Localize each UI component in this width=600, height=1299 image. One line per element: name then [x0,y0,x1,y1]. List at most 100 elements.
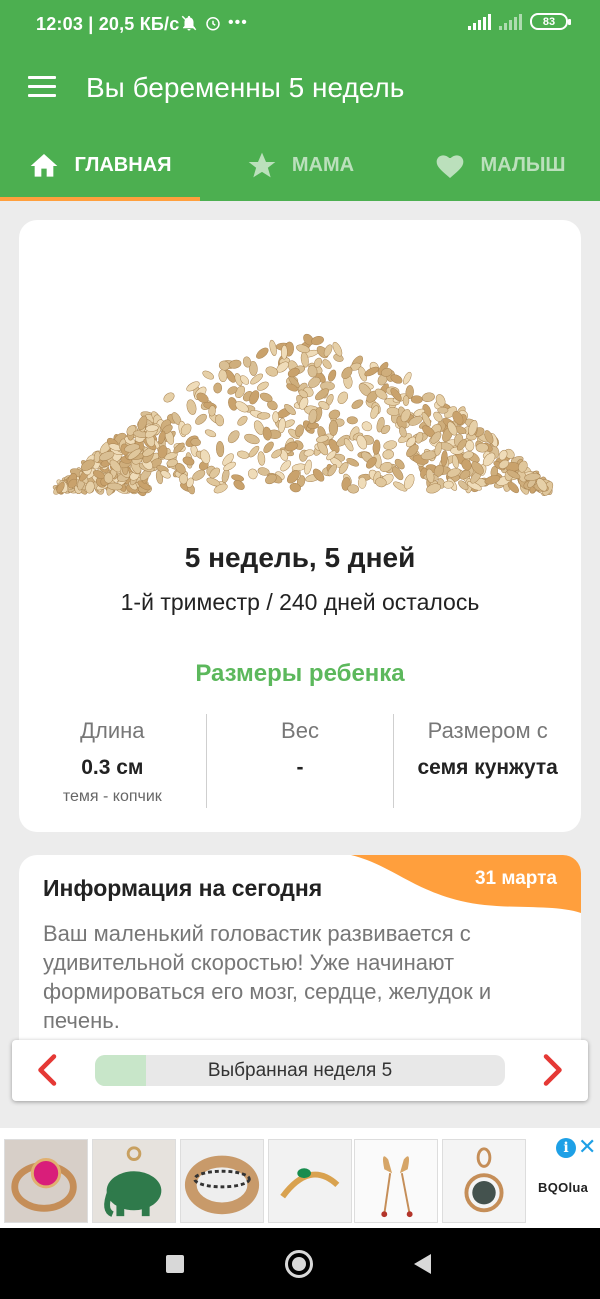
tab-mama[interactable]: МАМА [200,130,400,201]
sesame-seed [227,430,240,444]
sesame-seed [475,442,489,453]
sesame-seed [402,395,410,406]
mute-notifications-icon [181,15,197,31]
status-icons-right: 83 [468,13,571,30]
trimester-text: 1-й триместр / 240 дней осталось [120,589,480,615]
metric-value: - [296,756,304,779]
sesame-seed [186,399,197,415]
sesame-seed [410,395,423,404]
sesame-seed [202,370,214,380]
home-icon [31,153,58,177]
date-label: 31 марта [474,868,557,889]
ad-close-icon[interactable]: ✕ [578,1136,596,1158]
sesame-seed [237,415,248,426]
app-title: Вы беременны 5 недель [86,72,405,103]
sesame-seed [256,347,269,359]
week-selector: Выбранная неделя 5 [12,1040,588,1101]
metric-sub: темя - копчик [62,788,162,805]
ad-brand: BQOlua [538,1180,589,1195]
ad-item-pendant[interactable] [442,1139,526,1223]
metric-label: Длина [80,718,145,743]
sesame-seed [195,413,207,425]
sesame-seed [163,392,175,403]
sesame-seed [280,344,288,360]
more-dots-icon: ••• [228,14,248,31]
sesame-seed [351,399,364,409]
ad-item-earrings[interactable] [354,1139,438,1223]
metric-size-compare: Размером с семя кунжута [393,714,581,808]
gold-pendant-with-stone-image [443,1140,525,1222]
app-bar: Вы беременны 5 недель [0,42,600,130]
metric-length: Длина 0.3 см темя - копчик [19,714,206,808]
clock-text: 12:03 [36,14,84,34]
sesame-seed [383,440,398,450]
patterned-gold-ring-image [181,1140,263,1222]
ad-banner[interactable]: i ✕ BQOlua [0,1128,600,1228]
alarm-icon [206,17,220,31]
gold-hearts-earrings-image [355,1140,437,1222]
emerald-gold-ring-image [269,1140,351,1222]
sesame-seed [346,416,358,425]
metrics-row: Длина 0.3 см темя - копчик Вес - Размеро… [19,714,581,808]
jade-elephant-pendant-image [93,1140,175,1222]
metric-value: семя кунжута [417,756,558,779]
week-progress-bar[interactable]: Выбранная неделя 5 [95,1055,505,1086]
sesame-seed [269,339,277,356]
status-time: 12:03 | 20,5 КБ/с [36,14,180,34]
sesame-seed [443,480,454,489]
sesame-seed [103,472,114,484]
sesame-seed [280,460,292,472]
metric-label: Вес [281,718,319,743]
signal-icon [468,13,491,30]
signal-icon [499,13,522,30]
ad-item-emerald-ring[interactable] [268,1139,352,1223]
tab-bar: ГЛАВНАЯ МАМА МАЛЫШ [0,130,600,201]
tab-baby-label: МАЛЫШ [480,154,566,176]
sesame-seed [421,392,435,402]
sesame-seed [361,421,373,432]
selected-week-label: Выбранная неделя 5 [207,1059,393,1081]
sesame-seed [322,359,332,369]
sesame-seed [437,406,449,414]
metric-label: Размером с [427,718,548,743]
recents-icon[interactable] [166,1255,184,1273]
sesame-seed [357,476,367,489]
ring-with-ruby-image [5,1140,87,1222]
tab-mama-label: МАМА [291,154,355,176]
info-title: Информация на сегодня [43,875,323,901]
sesame-seed [337,391,349,404]
chevron-right-icon[interactable] [534,1052,570,1088]
sesame-seed [213,382,223,394]
sesame-seed [332,341,343,357]
tab-home[interactable]: ГЛАВНАЯ [0,130,200,201]
battery-icon: 83 [530,13,571,30]
chevron-left-icon[interactable] [30,1052,66,1088]
sesame-seed [182,456,195,466]
info-body: Ваш маленький головастик развивается с у… [43,921,492,1033]
tab-baby[interactable]: МАЛЫШ [400,130,600,201]
sesame-seed [204,429,217,438]
hamburger-icon[interactable] [28,76,58,98]
week-text: 5 недель, 5 дней [184,542,416,573]
sesame-seed [216,440,225,458]
star-icon [248,152,276,177]
sesame-seed [237,450,250,459]
sesame-seed [382,449,394,460]
back-icon[interactable] [414,1254,431,1274]
baby-sizes-title: Размеры ребенка [195,660,405,687]
heart-icon [437,154,464,178]
home-nav-icon[interactable] [285,1250,313,1278]
ad-item-elephant[interactable] [92,1139,176,1223]
sesame-seed [257,451,266,466]
status-bar: 12:03 | 20,5 КБ/с ••• 83 [0,0,600,42]
sesame-seed [291,463,306,472]
metric-value: 0.3 см [81,756,144,779]
daily-info-card: 31 марта Информация на сегодня Ваш мален… [19,855,581,1055]
sesame-seed [311,336,324,346]
ad-info-icon[interactable]: i [556,1138,576,1158]
sesame-seed [244,433,260,445]
status-icons-left: ••• [180,14,248,32]
sesame-seed [272,411,280,423]
ad-item-ring[interactable] [4,1139,88,1223]
ad-item-ring-2[interactable] [180,1139,264,1223]
